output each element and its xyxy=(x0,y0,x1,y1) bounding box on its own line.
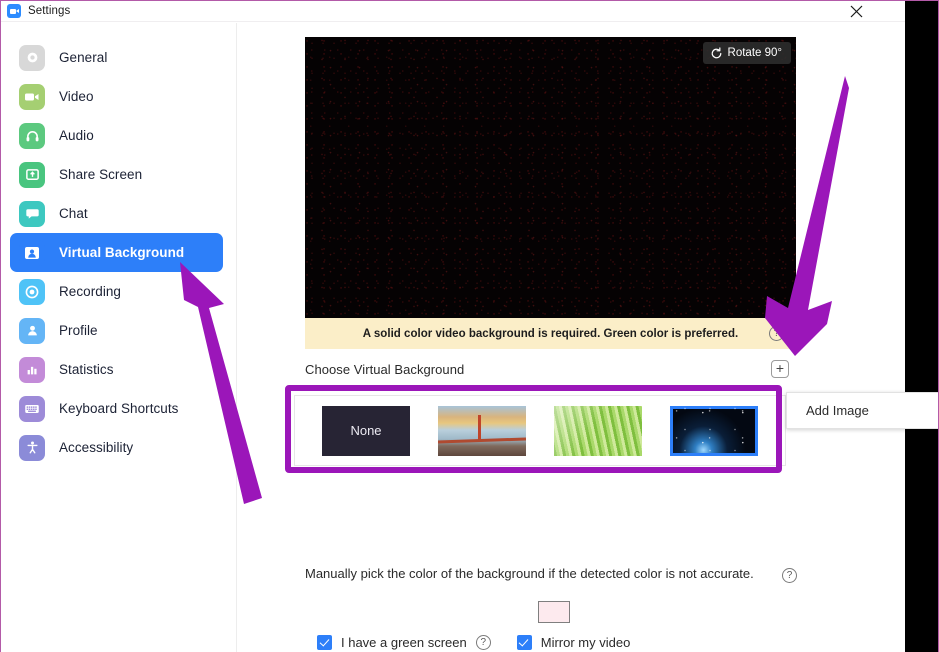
title-bar: Settings xyxy=(1,1,905,22)
sidebar-item-label: Accessibility xyxy=(59,440,134,455)
add-image-menu-label: Add Image xyxy=(806,403,869,418)
close-icon xyxy=(850,5,862,18)
mirror-video-checkbox[interactable] xyxy=(516,634,532,650)
mirror-video-label: Mirror my video xyxy=(540,634,631,650)
thumbnail-earth-from-space[interactable] xyxy=(670,405,758,456)
green-screen-label: I have a green screen xyxy=(341,634,467,650)
bar-chart-icon xyxy=(19,356,45,383)
window-title: Settings xyxy=(28,5,71,17)
thumbnail-golden-gate-bridge[interactable] xyxy=(438,405,526,456)
sidebar-item-keyboard-shortcuts[interactable]: Keyboard Shortcuts xyxy=(10,389,223,428)
zoom-camera-icon xyxy=(7,4,21,18)
sidebar-item-label: Video xyxy=(59,89,94,104)
plus-circle-icon[interactable]: + xyxy=(771,360,789,378)
sidebar-item-label: Keyboard Shortcuts xyxy=(59,401,179,416)
add-image-menu[interactable]: Add Image xyxy=(786,392,939,429)
sidebar-item-label: Audio xyxy=(59,128,94,143)
chat-bubble-icon xyxy=(19,200,45,227)
virtual-background-panel: Rotate 90° A solid color video backgroun… xyxy=(238,23,905,652)
record-circle-icon xyxy=(19,278,45,305)
sidebar-item-label: Recording xyxy=(59,284,121,299)
mirror-video-checkbox-group[interactable]: Mirror my video xyxy=(516,634,631,650)
thumbnail-none[interactable]: None xyxy=(322,405,410,456)
video-preview: Rotate 90° xyxy=(305,37,796,318)
green-screen-checkbox-group[interactable]: I have a green screen ? xyxy=(317,634,491,650)
sidebar-item-chat[interactable]: Chat xyxy=(10,194,223,233)
rotate-ccw-icon xyxy=(711,46,721,58)
warning-text: A solid color video background is requir… xyxy=(362,327,739,340)
thumbnail-grass[interactable] xyxy=(554,405,642,456)
sidebar-item-label: Chat xyxy=(59,206,88,221)
checkbox-row: I have a green screen ? Mirror my video xyxy=(317,629,817,652)
settings-window: Settings General Video Audio Share Scree… xyxy=(1,1,905,652)
virtual-background-thumbnail-strip: None xyxy=(294,395,786,466)
sidebar-item-label: Virtual Background xyxy=(59,245,185,260)
sidebar-item-audio[interactable]: Audio xyxy=(10,116,223,155)
gear-icon xyxy=(19,44,45,71)
manual-color-help-icon[interactable]: ? xyxy=(782,568,797,583)
rotate-90-label: Rotate 90° xyxy=(727,47,782,59)
person-icon xyxy=(19,317,45,344)
headphones-icon xyxy=(19,122,45,149)
video-camera-icon xyxy=(19,83,45,110)
sidebar-item-profile[interactable]: Profile xyxy=(10,311,223,350)
thumbnail-none-label: None xyxy=(350,423,382,438)
person-card-icon xyxy=(19,239,45,266)
keyboard-icon xyxy=(19,395,45,422)
sidebar-item-share-screen[interactable]: Share Screen xyxy=(10,155,223,194)
share-screen-icon xyxy=(19,161,45,188)
accessibility-icon xyxy=(19,434,45,461)
manual-color-text: Manually pick the color of the backgroun… xyxy=(305,566,754,581)
sidebar-item-recording[interactable]: Recording xyxy=(10,272,223,311)
sidebar-item-video[interactable]: Video xyxy=(10,77,223,116)
green-screen-help-icon[interactable]: ? xyxy=(475,634,491,650)
sidebar-item-accessibility[interactable]: Accessibility xyxy=(10,428,223,467)
sidebar-item-general[interactable]: General xyxy=(10,38,223,77)
choose-virtual-background-label: Choose Virtual Background xyxy=(305,362,465,377)
sidebar-nav: General Video Audio Share Screen Chat Vi… xyxy=(1,23,237,652)
green-screen-warning-banner: A solid color video background is requir… xyxy=(305,318,796,349)
sidebar-item-label: Statistics xyxy=(59,362,114,377)
sidebar-item-label: Profile xyxy=(59,323,98,338)
video-noise-overlay xyxy=(305,37,796,318)
screenshot-stage: Settings General Video Audio Share Scree… xyxy=(0,0,939,652)
green-screen-checkbox[interactable] xyxy=(317,634,332,650)
warning-help-icon[interactable]: ? xyxy=(769,326,784,341)
sidebar-item-label: General xyxy=(59,50,108,65)
sidebar-item-label: Share Screen xyxy=(59,167,143,182)
sidebar-item-virtual-background[interactable]: Virtual Background xyxy=(10,233,223,272)
rotate-90-button[interactable]: Rotate 90° xyxy=(702,42,791,64)
sidebar-item-statistics[interactable]: Statistics xyxy=(10,350,223,389)
choose-virtual-background-row: Choose Virtual Background + xyxy=(305,360,796,383)
close-button[interactable] xyxy=(839,1,873,22)
background-color-swatch[interactable] xyxy=(538,601,570,623)
